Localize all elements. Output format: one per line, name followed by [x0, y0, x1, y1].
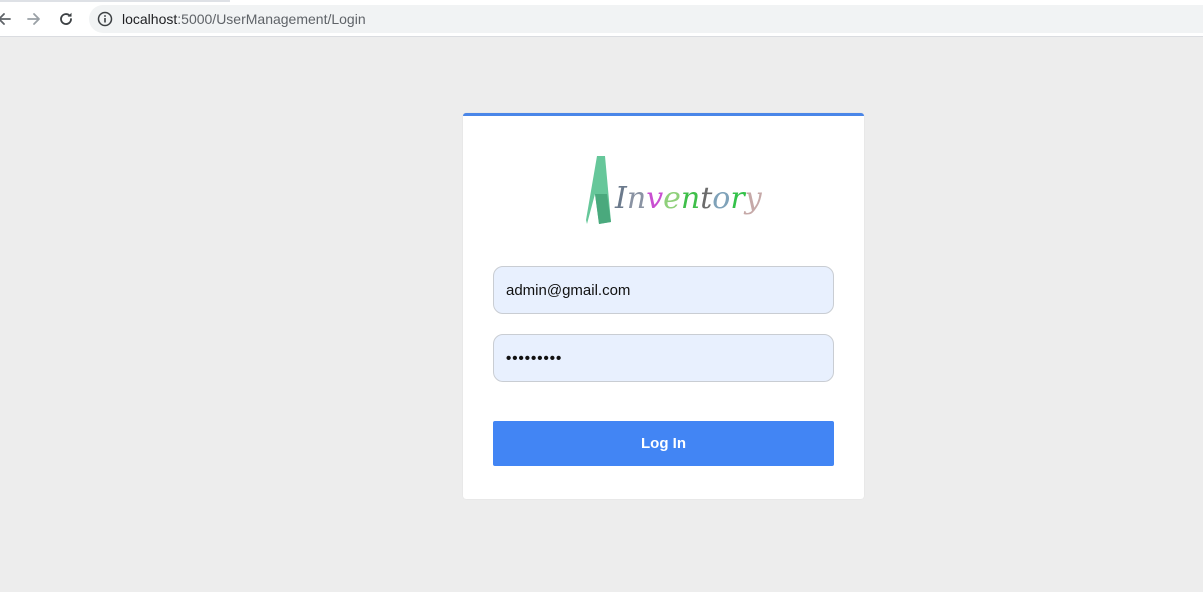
url-host: localhost [122, 11, 178, 27]
logo-letter: t [700, 181, 713, 216]
logo-letter: o [712, 181, 731, 216]
logo-letter: n [626, 181, 647, 216]
logo-letter: n [680, 181, 701, 216]
logo-letter: e [663, 181, 681, 216]
back-button[interactable] [0, 7, 16, 31]
info-icon[interactable] [97, 11, 113, 27]
email-field[interactable]: admin@gmail.com [493, 266, 834, 314]
reload-icon [58, 11, 74, 27]
logo-letter: I [615, 181, 627, 216]
login-card: AInventory admin@gmail.com ••••••••• Log… [463, 113, 864, 499]
reload-button[interactable] [54, 7, 78, 31]
address-bar[interactable]: localhost:5000/UserManagement/Login [89, 5, 1203, 33]
logo-wordmark: AInventory [615, 174, 762, 216]
logo-letter: y [744, 181, 762, 216]
tab-strip [0, 0, 1203, 2]
login-button[interactable]: Log In [493, 421, 834, 466]
active-tab-edge [230, 0, 1203, 2]
arrow-right-icon [26, 11, 42, 27]
logo-letter: r [730, 181, 745, 216]
password-field[interactable]: ••••••••• [493, 334, 834, 382]
arrow-left-icon [0, 11, 12, 27]
browser-toolbar: localhost:5000/UserManagement/Login [0, 0, 1203, 37]
forward-button[interactable] [22, 7, 46, 31]
logo-letter: v [646, 181, 664, 216]
url-text: localhost:5000/UserManagement/Login [122, 11, 366, 27]
url-path: :5000/UserManagement/Login [177, 11, 366, 27]
app-logo: AInventory [585, 154, 762, 230]
